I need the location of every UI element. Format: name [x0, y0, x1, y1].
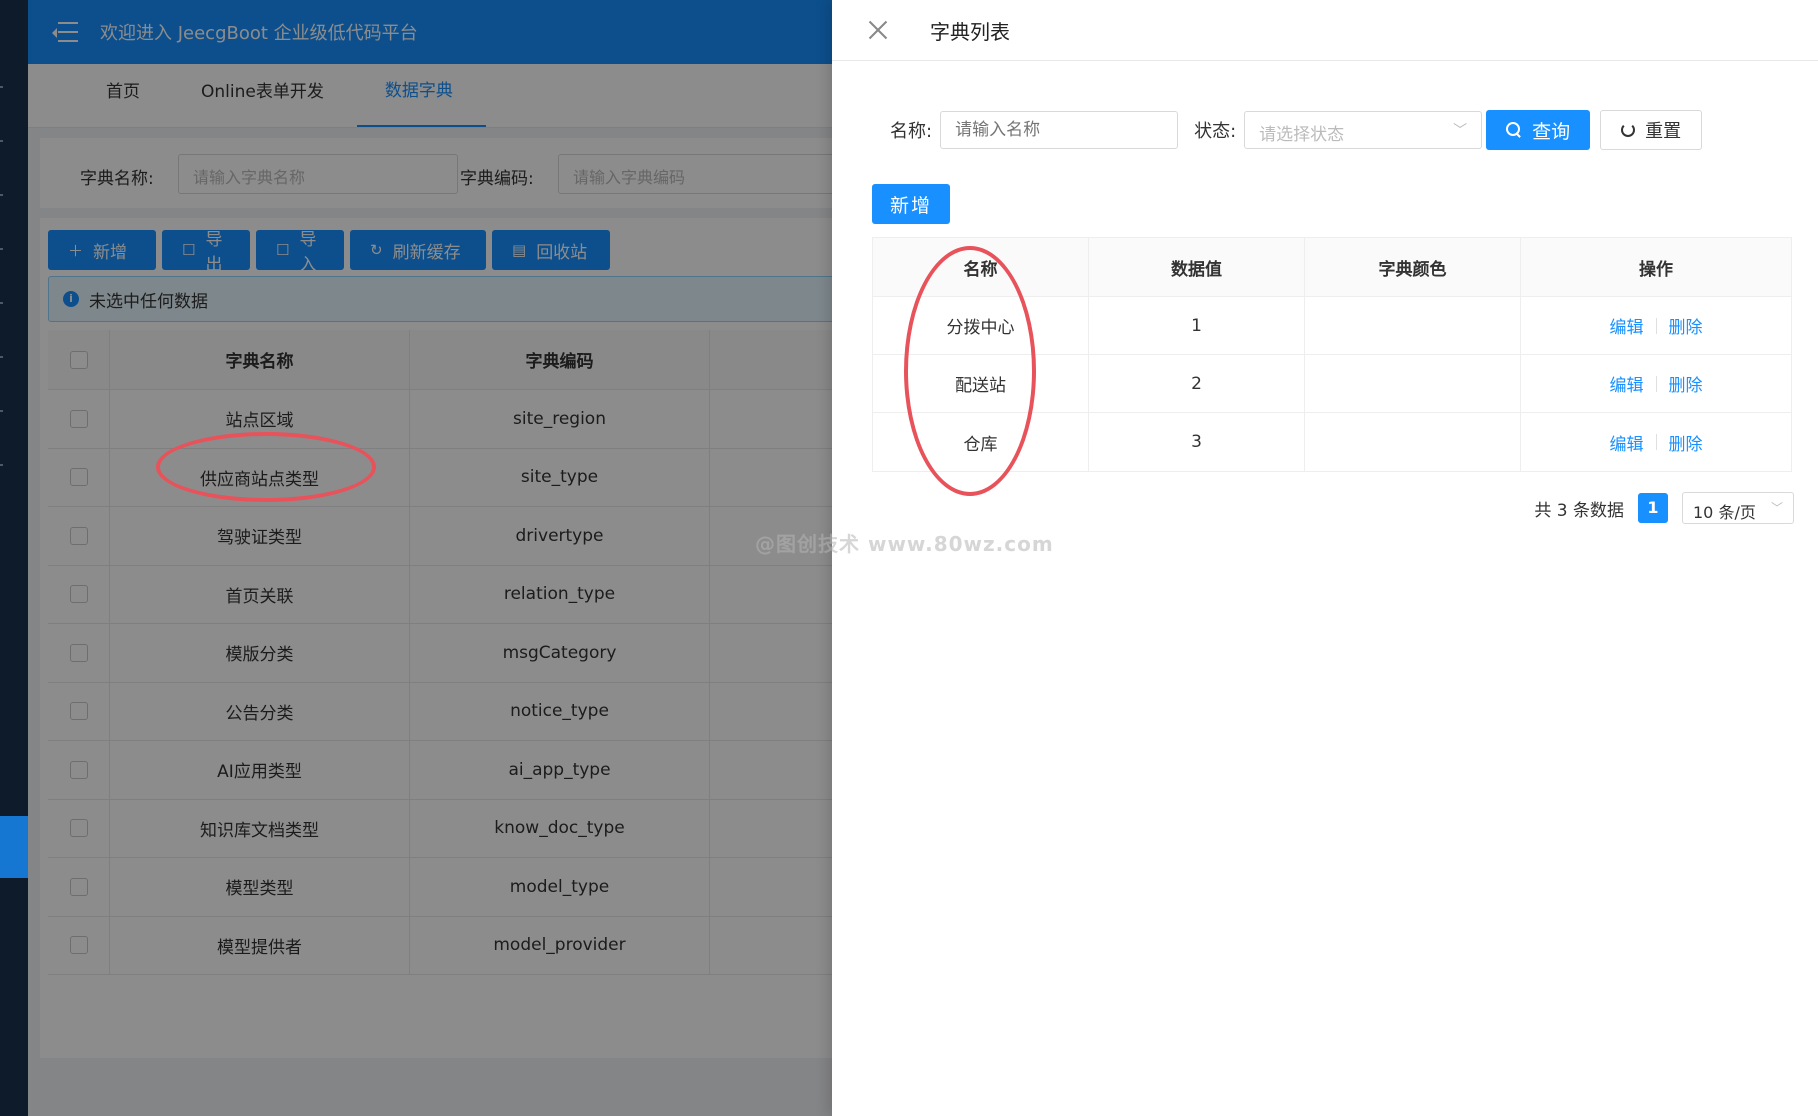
chevron-down-icon: ﹀: [1453, 123, 1468, 139]
divider: [1655, 317, 1657, 334]
page-button[interactable]: 1: [1638, 493, 1668, 523]
delete-link[interactable]: 删除: [1669, 430, 1703, 455]
status-select-placeholder: 请选择状态: [1259, 125, 1345, 145]
item-name-input[interactable]: [940, 111, 1179, 149]
chevron-down-icon: ﹀: [1770, 501, 1783, 515]
sidebar-tick: [0, 464, 3, 466]
dict-items-drawer: 字典列表 名称: 状态: 请选择状态 ﹀ 查询 重置 新增 名称 数据值 字典颜…: [832, 0, 1818, 1116]
close-icon[interactable]: [868, 20, 888, 40]
sidebar-tick: [0, 194, 3, 196]
sidebar-tick: [0, 410, 3, 412]
search-icon: [1506, 122, 1522, 138]
sidebar-tick: [0, 302, 3, 304]
item-color-cell: [1305, 413, 1521, 471]
item-color-cell: [1305, 297, 1521, 354]
add-item-button[interactable]: 新增: [872, 184, 950, 224]
action-cell: 编辑 删除: [1521, 355, 1791, 412]
annotation-circle: [156, 432, 376, 502]
query-button-label: 查询: [1532, 120, 1571, 143]
modal-mask[interactable]: [28, 0, 832, 1116]
divider: [1655, 434, 1657, 450]
item-value-cell: 2: [1089, 355, 1305, 412]
edit-link[interactable]: 编辑: [1610, 313, 1644, 338]
sidebar-tick: [0, 86, 3, 88]
drawer-title: 字典列表: [930, 19, 1010, 44]
column-header: 操作: [1639, 259, 1673, 280]
page-size-value: 10 条/页: [1693, 503, 1756, 522]
total-count: 共 3 条数据: [1534, 500, 1624, 521]
column-header: 字典颜色: [1305, 238, 1521, 296]
edit-link[interactable]: 编辑: [1610, 430, 1644, 455]
action-cell: 编辑 删除: [1521, 413, 1791, 471]
sidebar-tick: [0, 140, 3, 142]
column-header: 数据值: [1089, 238, 1305, 296]
item-value-cell: 3: [1089, 413, 1305, 471]
status-select[interactable]: 请选择状态 ﹀: [1244, 111, 1483, 149]
reset-button[interactable]: 重置: [1600, 110, 1703, 150]
page-size-select[interactable]: 10 条/页 ﹀: [1682, 492, 1794, 524]
reload-icon: [1621, 123, 1636, 137]
divider: [1655, 375, 1657, 392]
edit-link[interactable]: 编辑: [1610, 371, 1644, 396]
annotation-circle: [904, 246, 1036, 496]
sidebar-tick: [0, 356, 3, 358]
sidebar-tick: [0, 248, 3, 250]
action-cell: 编辑 删除: [1521, 297, 1791, 354]
reset-button-label: 重置: [1645, 121, 1682, 142]
pagination: 共 3 条数据 1 10 条/页 ﹀: [1534, 492, 1794, 524]
item-name-label: 名称:: [890, 121, 933, 142]
status-label: 状态:: [1194, 121, 1237, 142]
drawer-header: 字典列表: [832, 0, 1818, 61]
sidebar-active-item[interactable]: [0, 816, 28, 878]
delete-link[interactable]: 删除: [1669, 371, 1703, 396]
sidebar-strip: [0, 0, 28, 1116]
watermark: @图创技术 www.80wz.com: [755, 532, 1054, 556]
item-search-form: 名称: 状态: 请选择状态 ﹀ 查询 重置: [890, 110, 1703, 150]
delete-link[interactable]: 删除: [1669, 313, 1703, 338]
query-button[interactable]: 查询: [1486, 110, 1591, 150]
item-color-cell: [1305, 355, 1521, 412]
item-value-cell: 1: [1089, 297, 1305, 354]
